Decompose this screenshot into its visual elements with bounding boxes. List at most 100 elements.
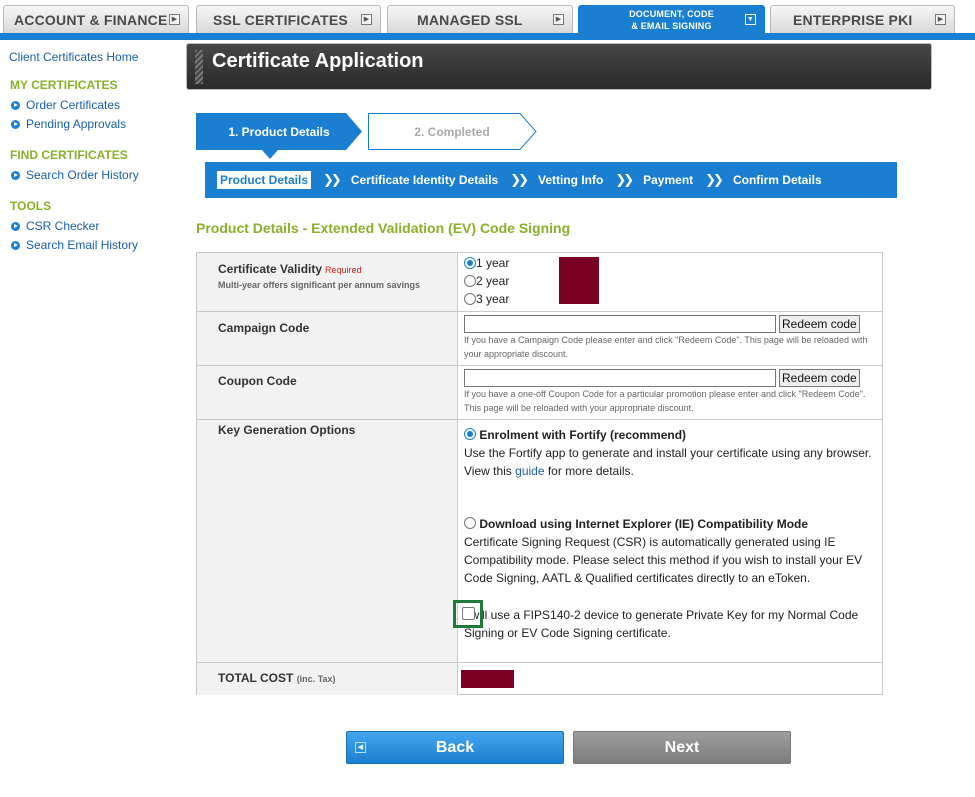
- back-arrow-icon: ◀: [355, 742, 366, 753]
- fips-device-text: I will use a FIPS140-2 device to generat…: [464, 608, 859, 640]
- validity-label-text: Certificate Validity: [218, 262, 323, 276]
- coupon-code-hint: If you have a one-off Coupon Code for a …: [464, 389, 866, 413]
- step-completed: 2. Completed: [368, 113, 538, 150]
- keygen-option-ie-compat[interactable]: Download using Internet Explorer (IE) Co…: [464, 515, 879, 533]
- tab-ssl-certificates[interactable]: SSL CERTIFICATES ▶: [196, 5, 381, 33]
- row-label-cell: Certificate Validity Required Multi-year …: [197, 253, 458, 311]
- keygen-option-ie-title: Download using Internet Explorer (IE) Co…: [479, 517, 809, 531]
- back-button[interactable]: ◀ Back: [346, 731, 564, 764]
- validity-option-label: 3 year: [476, 292, 510, 306]
- total-cost-text: TOTAL COST: [218, 671, 294, 685]
- row-total-cost: TOTAL COST (inc. Tax): [197, 663, 882, 695]
- double-chevron-icon: ❯❯: [510, 172, 529, 187]
- row-campaign-code: Campaign Code Redeem code If you have a …: [197, 312, 882, 366]
- coupon-code-input[interactable]: [464, 369, 776, 387]
- key-generation-options: Enrolment with Fortify (recommend) Use t…: [464, 420, 882, 662]
- sidebar-home-link[interactable]: Client Certificates Home: [9, 50, 138, 64]
- campaign-code-input[interactable]: [464, 315, 776, 333]
- keygen-option-ie-description: Certificate Signing Request (CSR) is aut…: [464, 535, 863, 585]
- product-details-form: Certificate Validity Required Multi-year …: [196, 252, 883, 695]
- radio-icon[interactable]: [464, 275, 476, 287]
- tab-arrow-icon: ▶: [553, 14, 564, 25]
- arrow-bullet-icon: [11, 170, 20, 180]
- row-label-cell: TOTAL COST (inc. Tax): [197, 663, 458, 695]
- total-cost-value: [461, 663, 882, 695]
- key-generation-label: Key Generation Options: [218, 423, 356, 437]
- coupon-redeem-button[interactable]: Redeem code: [779, 369, 860, 387]
- tab-label-line2: & EMAIL SIGNING: [631, 20, 712, 31]
- top-navigation: ACCOUNT & FINANCE ▶ SSL CERTIFICATES ▶ M…: [0, 0, 975, 40]
- sidebar-item-label: Search Order History: [26, 168, 139, 182]
- tab-arrow-icon: ▶: [169, 14, 180, 25]
- sidebar-item-search-order-history[interactable]: Search Order History: [11, 168, 139, 182]
- tab-label: MANAGED SSL: [417, 11, 523, 28]
- sidebar-item-pending-approvals[interactable]: Pending Approvals: [11, 117, 126, 131]
- next-button[interactable]: Next: [573, 731, 791, 764]
- tab-label: SSL CERTIFICATES: [213, 11, 348, 28]
- tab-label-line1: DOCUMENT, CODE: [629, 8, 714, 19]
- page-title: Certificate Application: [212, 50, 424, 72]
- sidebar-item-order-certificates[interactable]: Order Certificates: [11, 98, 120, 112]
- sidebar-item-csr-checker[interactable]: CSR Checker: [11, 219, 99, 233]
- fips-checkbox-anchor: [453, 252, 483, 628]
- validity-label: Certificate Validity Required: [218, 262, 362, 276]
- required-marker: Required: [325, 265, 362, 275]
- keygen-option-fortify[interactable]: Enrolment with Fortify (recommend): [464, 426, 879, 444]
- total-cost-label: TOTAL COST (inc. Tax): [218, 671, 336, 685]
- sidebar-item-label: CSR Checker: [26, 219, 100, 233]
- fips-checkbox-highlight: [453, 600, 483, 628]
- tab-managed-ssl[interactable]: MANAGED SSL ▶: [387, 5, 573, 33]
- keygen-option-fortify-description: Use the Fortify app to generate and inst…: [464, 444, 879, 480]
- double-chevron-icon: ❯❯: [323, 172, 342, 187]
- radio-icon[interactable]: [464, 517, 476, 529]
- sidebar-heading-my-certificates: MY CERTIFICATES: [10, 78, 118, 92]
- double-chevron-icon: ❯❯: [615, 172, 634, 187]
- campaign-code-hint: If you have a Campaign Code please enter…: [464, 335, 868, 359]
- sidebar-item-search-email-history[interactable]: Search Email History: [11, 238, 138, 252]
- campaign-redeem-button[interactable]: Redeem code: [779, 315, 860, 333]
- substep-payment: Payment: [643, 173, 694, 187]
- back-button-label: Back: [435, 738, 475, 756]
- next-button-label: Next: [664, 738, 700, 756]
- row-label-cell: Key Generation Options: [197, 420, 458, 662]
- tab-arrow-icon: ▶: [361, 14, 372, 25]
- sidebar-item-label: Search Email History: [26, 238, 139, 252]
- sidebar-heading-find-certificates: FIND CERTIFICATES: [10, 148, 128, 162]
- section-title: Product Details - Extended Validation (E…: [196, 220, 571, 236]
- tab-arrow-icon: ▶: [935, 14, 946, 25]
- validity-option-label: 1 year: [476, 256, 510, 270]
- row-certificate-validity: Certificate Validity Required Multi-year …: [197, 253, 882, 312]
- nav-accent-bar: [0, 33, 975, 40]
- redacted-total-block: [461, 670, 514, 688]
- page-title-banner: Certificate Application: [186, 43, 932, 90]
- fortify-guide-link[interactable]: guide: [515, 464, 544, 478]
- arrow-bullet-icon: [11, 240, 20, 250]
- row-label-cell: Campaign Code: [197, 312, 458, 365]
- tab-enterprise-pki[interactable]: ENTERPRISE PKI ▶: [770, 5, 955, 33]
- redacted-price-block: [559, 257, 599, 304]
- radio-icon[interactable]: [464, 293, 476, 305]
- step-pointer-icon: [262, 150, 278, 159]
- banner-grip-decoration: [195, 50, 203, 84]
- tab-account-finance[interactable]: ACCOUNT & FINANCE ▶: [3, 5, 189, 33]
- row-label-cell: Coupon Code: [197, 366, 458, 419]
- tab-label: ENTERPRISE PKI: [793, 11, 913, 28]
- campaign-code-label: Campaign Code: [218, 321, 310, 335]
- total-cost-suffix: (inc. Tax): [296, 674, 336, 684]
- validity-option-1-year[interactable]: 1 year: [464, 256, 509, 270]
- fips-checkbox[interactable]: [462, 607, 475, 620]
- radio-selected-icon[interactable]: [464, 257, 476, 269]
- row-coupon-code: Coupon Code Redeem code If you have a on…: [197, 366, 882, 420]
- substep-confirm-details: Confirm Details: [732, 173, 822, 187]
- tab-label: ACCOUNT & FINANCE: [14, 11, 168, 28]
- tab-document-code-email-signing[interactable]: DOCUMENT, CODE & EMAIL SIGNING ▼: [578, 5, 765, 33]
- fortify-desc-text-end: for more details.: [544, 464, 634, 478]
- validity-note: Multi-year offers significant per annum …: [218, 280, 421, 290]
- campaign-code-cell: Redeem code If you have a Campaign Code …: [464, 312, 882, 365]
- arrow-bullet-icon: [11, 221, 20, 231]
- step-completed-label: 2. Completed: [414, 124, 490, 139]
- radio-selected-icon[interactable]: [464, 428, 476, 440]
- validity-option-2-year[interactable]: 2 year: [464, 274, 509, 288]
- validity-option-3-year[interactable]: 3 year: [464, 292, 509, 306]
- keygen-option-fortify-title: Enrolment with Fortify (recommend): [479, 428, 687, 442]
